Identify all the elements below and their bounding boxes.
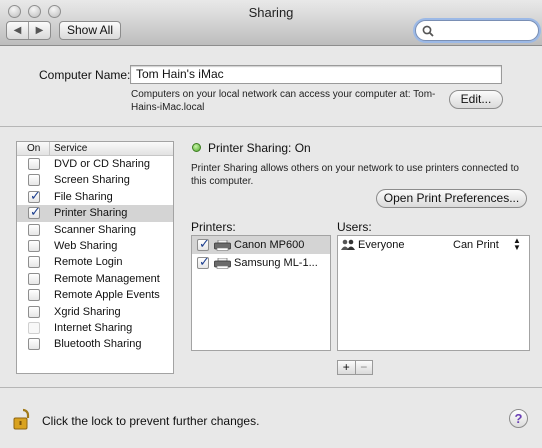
printer-label: Samsung ML-1...: [234, 257, 318, 269]
service-row[interactable]: Remote Management: [17, 271, 173, 287]
service-list: On Service DVD or CD Sharing Screen Shari…: [16, 141, 174, 374]
section-divider: [0, 126, 542, 127]
service-label: Scanner Sharing: [54, 223, 136, 236]
checkmark-icon: ✓: [30, 187, 41, 203]
checkmark-icon: ✓: [30, 204, 41, 220]
printer-row[interactable]: ✓ Samsung ML-1...: [192, 254, 330, 272]
service-row[interactable]: Internet Sharing: [17, 320, 173, 336]
checkmark-icon: ✓: [199, 236, 210, 251]
search-field[interactable]: [415, 20, 539, 41]
service-label: Web Sharing: [54, 239, 118, 252]
computer-address-description: Computers on your local network can acce…: [131, 89, 436, 113]
user-name: Everyone: [358, 239, 405, 251]
service-label: Bluetooth Sharing: [54, 338, 142, 351]
user-list: Everyone Can Print ▲ ▼: [337, 235, 530, 351]
service-status: Printer Sharing: On: [208, 141, 311, 155]
printer-icon: [214, 239, 231, 254]
service-row[interactable]: Screen Sharing: [17, 172, 173, 188]
service-checkbox[interactable]: [28, 174, 40, 187]
users-label: Users:: [337, 220, 372, 234]
search-icon: [422, 25, 434, 37]
service-checkbox[interactable]: [28, 158, 40, 170]
service-checkbox[interactable]: [28, 272, 40, 285]
help-button[interactable]: ?: [509, 409, 528, 428]
service-checkbox[interactable]: [28, 305, 40, 318]
computer-name-label: Computer Name:: [39, 68, 131, 82]
footer-divider: [0, 387, 542, 388]
column-header-on[interactable]: On: [27, 143, 40, 154]
lock-icon[interactable]: [11, 407, 35, 434]
service-checkbox[interactable]: [28, 223, 40, 236]
computer-name-field[interactable]: Tom Hain's iMac: [130, 65, 502, 84]
user-row[interactable]: Everyone Can Print ▲ ▼: [338, 236, 529, 254]
service-label: DVD or CD Sharing: [54, 158, 150, 170]
service-label: Internet Sharing: [54, 321, 133, 334]
add-remove-control: + −: [337, 360, 373, 375]
back-forward-control: ◀ ▶: [6, 21, 51, 40]
printer-row[interactable]: ✓ Canon MP600: [192, 236, 330, 254]
service-label: Remote Login: [54, 256, 123, 269]
service-label: Xgrid Sharing: [54, 305, 121, 318]
service-checkbox[interactable]: [28, 239, 40, 252]
add-user-button[interactable]: +: [338, 361, 355, 374]
service-row[interactable]: ✓ Printer Sharing: [17, 204, 173, 222]
service-row[interactable]: Remote Login: [17, 254, 173, 270]
lock-message: Click the lock to prevent further change…: [42, 414, 260, 428]
group-icon: [341, 239, 355, 254]
edit-button[interactable]: Edit...: [449, 90, 503, 109]
service-checkbox[interactable]: ✓: [28, 187, 41, 203]
printer-icon: [214, 257, 231, 272]
printer-list: ✓ Canon MP600 ✓ Samsung ML-1...: [191, 235, 331, 351]
remove-user-button[interactable]: −: [354, 361, 373, 374]
permission-popup[interactable]: Can Print: [453, 239, 499, 251]
service-row[interactable]: ✓ File Sharing: [17, 187, 173, 205]
printer-checkbox[interactable]: ✓: [197, 236, 210, 251]
service-label: Printer Sharing: [54, 207, 128, 220]
service-checkbox[interactable]: [28, 256, 40, 269]
service-label: Remote Apple Events: [54, 289, 160, 302]
column-header-service[interactable]: Service: [54, 143, 87, 154]
service-row[interactable]: Web Sharing: [17, 238, 173, 254]
service-checkbox[interactable]: [28, 321, 40, 334]
popup-arrows-icon[interactable]: ▲ ▼: [513, 237, 521, 252]
status-indicator-icon: [192, 143, 201, 152]
service-description: Printer Sharing allows others on your ne…: [191, 163, 519, 187]
toolbar: Sharing ◀ ▶ Show All: [0, 0, 542, 46]
open-print-preferences-button[interactable]: Open Print Preferences...: [376, 189, 527, 208]
forward-button[interactable]: ▶: [28, 22, 50, 39]
printer-label: Canon MP600: [234, 239, 305, 251]
service-list-header: On Service: [17, 142, 173, 156]
service-row[interactable]: Bluetooth Sharing: [17, 336, 173, 352]
printer-rows: ✓ Canon MP600 ✓ Samsung ML-1...: [192, 236, 330, 272]
show-all-button[interactable]: Show All: [59, 21, 121, 40]
window-title: Sharing: [248, 5, 294, 20]
service-label: File Sharing: [54, 190, 113, 203]
service-checkbox[interactable]: [28, 338, 40, 351]
service-label: Screen Sharing: [54, 174, 130, 187]
checkmark-icon: ✓: [199, 254, 210, 269]
service-checkbox[interactable]: ✓: [28, 204, 41, 220]
service-row[interactable]: Remote Apple Events: [17, 287, 173, 303]
printer-checkbox[interactable]: ✓: [197, 254, 210, 269]
service-rows: DVD or CD Sharing Screen Sharing ✓ File Sha…: [17, 156, 173, 353]
printers-label: Printers:: [191, 220, 236, 234]
service-row[interactable]: DVD or CD Sharing: [17, 156, 173, 172]
service-label: Remote Management: [54, 272, 160, 285]
column-separator: [49, 142, 50, 155]
user-rows: Everyone Can Print ▲ ▼: [338, 236, 529, 254]
service-row[interactable]: Scanner Sharing: [17, 222, 173, 238]
service-row[interactable]: Xgrid Sharing: [17, 304, 173, 320]
back-button[interactable]: ◀: [7, 22, 28, 39]
sharing-window: Sharing ◀ ▶ Show All Computer Name: Tom …: [0, 0, 542, 448]
service-checkbox[interactable]: [28, 289, 40, 302]
